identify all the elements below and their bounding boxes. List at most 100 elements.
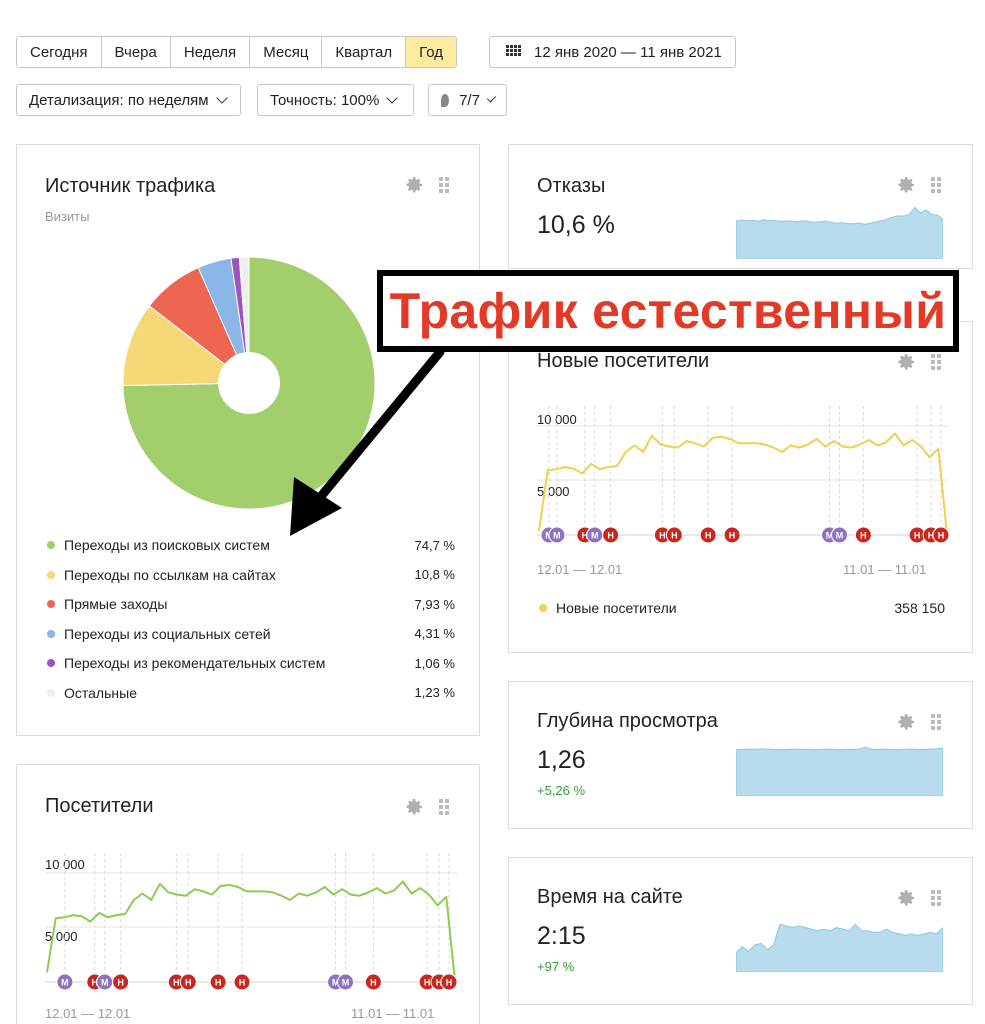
svg-text:H: H (185, 978, 192, 988)
period-yesterday[interactable]: Вчера (101, 37, 171, 67)
series-line (46, 880, 456, 982)
gear-icon[interactable] (897, 175, 917, 195)
date-label-start: 12.01 — 12.01 (45, 1006, 131, 1021)
legend-label: Переходы из поисковых систем (64, 537, 270, 553)
note-marker-h: H (233, 973, 251, 991)
legend-swatch (47, 541, 55, 549)
period-today[interactable]: Сегодня (17, 37, 102, 67)
date-label-end: 11.01 — 11.01 (843, 562, 927, 577)
note-marker-h: H (364, 973, 382, 991)
legend-label: Переходы по ссылкам на сайтах (64, 566, 276, 583)
chevron-down-icon (486, 92, 497, 103)
accuracy-select[interactable]: Точность: 100% (257, 84, 414, 116)
comment-icon (441, 93, 450, 107)
svg-text:H: H (424, 978, 431, 988)
bounce-rate-widget: Отказы 10,6 % (508, 144, 973, 269)
widget-title: Время на сайте (537, 886, 683, 908)
note-marker-m: M (586, 526, 604, 544)
legend-swatch (47, 659, 55, 667)
legend-item: Остальные 1,23 % (47, 683, 455, 703)
legend-item: Переходы из поисковых систем 74,7 % (47, 535, 455, 555)
svg-text:H: H (914, 531, 921, 541)
legend-swatch (47, 629, 55, 638)
annotation-callout: Трафик естественный (377, 270, 959, 352)
drag-handle-icon[interactable] (931, 177, 941, 193)
date-label-end: 11.01 — 11.01 (351, 1006, 435, 1021)
legend-value: 1,23 % (414, 685, 455, 700)
svg-text:H: H (117, 978, 124, 988)
legend-value: 74,7 % (414, 537, 455, 553)
gear-icon[interactable] (897, 712, 917, 732)
legend-label: Остальные (64, 684, 137, 701)
visitors-line-chart: MHMHHHHHMMHHHH (45, 853, 457, 991)
notes-select[interactable]: 7/7 (428, 84, 507, 116)
legend-value: 1,06 % (414, 655, 455, 671)
traffic-pie-chart (122, 256, 376, 510)
pie-hole (218, 352, 280, 414)
svg-text:H: H (671, 531, 678, 541)
note-marker-h: H (440, 973, 457, 991)
page-depth-widget: Глубина просмотра 1,26 +5,26 % (508, 681, 973, 829)
period-week[interactable]: Неделя (170, 37, 251, 67)
period-quarter[interactable]: Квартал (322, 37, 407, 67)
bounce-rate-value: 10,6 % (537, 211, 615, 239)
svg-text:H: H (446, 978, 453, 988)
legend-label: Переходы из рекомендательных систем (64, 655, 326, 671)
svg-text:H: H (729, 531, 736, 541)
legend-value: 10,8 % (414, 567, 455, 582)
note-marker-h: H (112, 973, 130, 991)
svg-text:M: M (101, 978, 109, 988)
widget-title: Источник трафика (45, 175, 216, 197)
note-marker-h: H (209, 973, 227, 991)
gear-icon[interactable] (405, 175, 425, 195)
gear-icon[interactable] (405, 797, 425, 817)
legend-item: Переходы из рекомендательных систем 1,06… (47, 653, 455, 673)
sparkline-area (736, 746, 943, 796)
date-label-start: 12.01 — 12.01 (537, 562, 623, 577)
drag-handle-icon[interactable] (931, 890, 941, 906)
detail-select[interactable]: Детализация: по неделям (16, 84, 241, 116)
drag-handle-icon[interactable] (931, 714, 941, 730)
sparkline-area (736, 206, 943, 259)
sparkline-area (736, 923, 943, 972)
legend-value: 4,31 % (414, 626, 455, 641)
drag-handle-icon[interactable] (439, 799, 449, 815)
legend-swatch (47, 688, 55, 697)
accuracy-select-label: Точность: 100% (270, 91, 380, 109)
new-visitors-widget: Новые посетители 10 000 5 000 MMHMHHHHHM… (508, 321, 973, 653)
note-marker-m: M (96, 973, 114, 991)
svg-text:M: M (61, 978, 69, 988)
series-line (538, 432, 948, 535)
period-year[interactable]: Год (406, 37, 457, 67)
page-depth-value: 1,26 (537, 746, 586, 774)
legend-label: Новые посетители (556, 600, 677, 616)
gear-icon[interactable] (897, 352, 917, 372)
note-marker-h: H (179, 973, 197, 991)
page-depth-delta: +5,26 % (537, 783, 586, 798)
notes-select-label: 7/7 (459, 91, 480, 109)
date-range-picker[interactable]: 12 янв 2020 — 11 янв 2021 (489, 36, 736, 68)
legend-swatch (539, 604, 547, 612)
traffic-source-widget: Источник трафика Визиты Переходы из поис… (16, 144, 480, 736)
widget-title: Отказы (537, 175, 606, 197)
note-marker-m: M (337, 973, 355, 991)
svg-text:H: H (607, 531, 614, 541)
period-month[interactable]: Месяц (250, 37, 323, 67)
note-marker-m: M (548, 526, 566, 544)
new-visitors-legend: Новые посетители 358 150 (539, 598, 945, 618)
bounce-rate-sparkline (736, 206, 943, 259)
note-marker-h: H (699, 526, 717, 544)
widget-subtitle: Визиты (45, 209, 90, 224)
svg-text:H: H (173, 978, 180, 988)
gear-icon[interactable] (897, 888, 917, 908)
note-marker-h: H (665, 526, 683, 544)
date-range-label: 12 янв 2020 — 11 янв 2021 (534, 43, 722, 61)
note-marker-h: H (854, 526, 872, 544)
legend-swatch (47, 600, 55, 608)
legend-swatch (47, 570, 55, 579)
svg-text:H: H (705, 531, 712, 541)
note-marker-h: H (602, 526, 620, 544)
drag-handle-icon[interactable] (439, 177, 449, 193)
legend-value: 7,93 % (414, 596, 455, 612)
drag-handle-icon[interactable] (931, 354, 941, 370)
